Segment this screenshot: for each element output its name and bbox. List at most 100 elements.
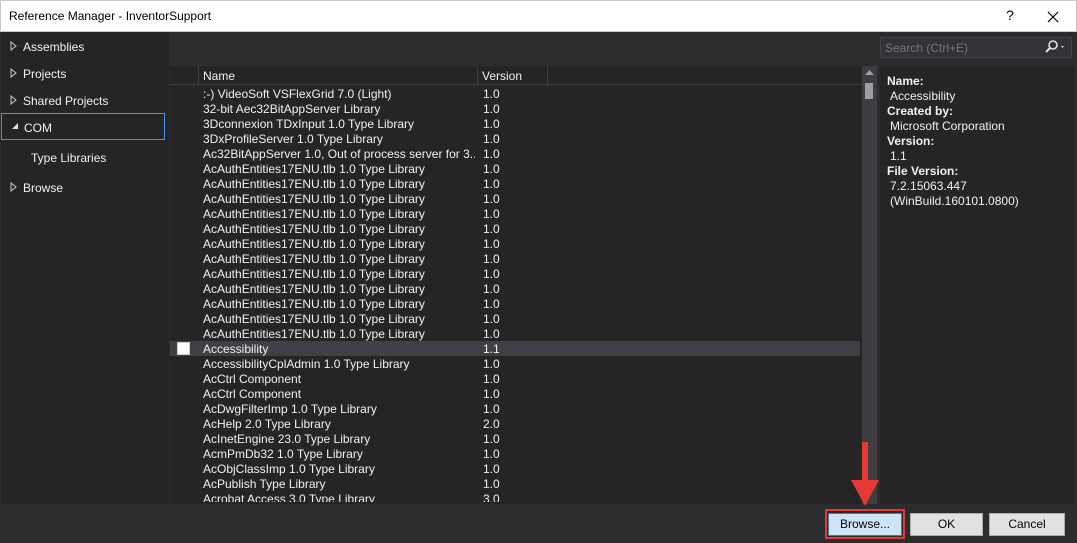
detail-file-version-label: File Version:: [887, 164, 959, 178]
detail-file-version-value: 7.2.15063.447: [890, 179, 967, 193]
detail-file-version-build: (WinBuild.160101.0800): [890, 194, 1019, 208]
column-header-name[interactable]: Name: [199, 66, 478, 85]
row-name: AcAuthEntities17ENU.tlb 1.0 Type Library: [203, 177, 425, 191]
table-row[interactable]: AcAuthEntities17ENU.tlb 1.0 Type Library…: [170, 251, 860, 266]
nav-item-projects[interactable]: Projects: [1, 60, 165, 87]
detail-version-label: Version:: [887, 134, 935, 148]
row-name: AcAuthEntities17ENU.tlb 1.0 Type Library: [203, 237, 425, 251]
row-version: 1.0: [483, 462, 500, 476]
column-header-version[interactable]: Version: [478, 66, 548, 85]
row-name: 3Dconnexion TDxInput 1.0 Type Library: [203, 117, 415, 131]
row-version: 1.0: [483, 387, 500, 401]
nav-item-browse[interactable]: Browse: [1, 174, 165, 201]
table-row[interactable]: 3DxProfileServer 1.0 Type Library 1.0: [170, 131, 860, 146]
row-name: AcObjClassImp 1.0 Type Library: [203, 462, 375, 476]
table-row[interactable]: AcAuthEntities17ENU.tlb 1.0 Type Library…: [170, 176, 860, 191]
row-version: 3.0: [483, 492, 500, 502]
table-row[interactable]: AcAuthEntities17ENU.tlb 1.0 Type Library…: [170, 161, 860, 176]
row-version: 1.0: [483, 177, 500, 191]
checkbox-column-header[interactable]: [170, 66, 199, 85]
row-name: Ac32BitAppServer 1.0, Out of process ser…: [203, 147, 475, 161]
table-row[interactable]: AccessibilityCplAdmin 1.0 Type Library 1.…: [170, 356, 860, 371]
table-row[interactable]: AcAuthEntities17ENU.tlb 1.0 Type Library…: [170, 236, 860, 251]
nav-item-label: Assemblies: [23, 40, 85, 54]
scroll-up-icon[interactable]: [865, 69, 874, 75]
nav-item-assemblies[interactable]: Assemblies: [1, 33, 165, 60]
window-title: Reference Manager - InventorSupport: [9, 9, 212, 23]
row-name: AcAuthEntities17ENU.tlb 1.0 Type Library: [203, 267, 425, 281]
close-button[interactable]: [1039, 4, 1067, 30]
table-row[interactable]: Acrobat Access 3.0 Type Library 3.0: [170, 491, 860, 502]
row-version: 1.0: [483, 252, 500, 266]
nav-item-label: Shared Projects: [23, 94, 109, 108]
expand-arrow-icon: [10, 95, 17, 105]
row-name: AcPublish Type Library: [203, 477, 326, 491]
expand-arrow-icon: [10, 41, 17, 51]
nav-item-label: Projects: [23, 67, 67, 81]
table-row[interactable]: Ac32BitAppServer 1.0, Out of process ser…: [170, 146, 860, 161]
table-row[interactable]: AcAuthEntities17ENU.tlb 1.0 Type Library…: [170, 281, 860, 296]
table-row[interactable]: AcAuthEntities17ENU.tlb 1.0 Type Library…: [170, 326, 860, 341]
expand-arrow-icon: [10, 182, 17, 192]
ok-button[interactable]: OK: [910, 513, 983, 536]
table-row[interactable]: AcAuthEntities17ENU.tlb 1.0 Type Library…: [170, 296, 860, 311]
row-version: 1.0: [483, 192, 500, 206]
table-row[interactable]: AcAuthEntities17ENU.tlb 1.0 Type Library…: [170, 311, 860, 326]
detail-name-value: Accessibility: [890, 89, 956, 103]
nav-item-label: COM: [24, 121, 52, 135]
table-row[interactable]: AcInetEngine 23.0 Type Library 1.0: [170, 431, 860, 446]
row-name: AcAuthEntities17ENU.tlb 1.0 Type Library: [203, 312, 425, 326]
table-row[interactable]: AcDwgFilterImp 1.0 Type Library 1.0: [170, 401, 860, 416]
expand-arrow-icon: [10, 68, 17, 78]
scrollbar-thumb[interactable]: [865, 83, 873, 99]
row-version: 1.0: [483, 237, 500, 251]
table-row[interactable]: AcCtrl Component 1.0: [170, 386, 860, 401]
detail-version-value: 1.1: [890, 149, 907, 163]
row-version: 1.0: [483, 267, 500, 281]
detail-created-label: Created by:: [887, 104, 954, 118]
row-name: AcAuthEntities17ENU.tlb 1.0 Type Library: [203, 252, 425, 266]
row-name: :-) VideoSoft VSFlexGrid 7.0 (Light): [203, 87, 392, 101]
browse-button[interactable]: Browse...: [828, 513, 902, 536]
row-name: AcInetEngine 23.0 Type Library: [203, 432, 371, 446]
table-row[interactable]: AcAuthEntities17ENU.tlb 1.0 Type Library…: [170, 206, 860, 221]
row-checkbox[interactable]: [177, 342, 190, 355]
row-name: AcAuthEntities17ENU.tlb 1.0 Type Library: [203, 327, 425, 341]
row-version: 1.1: [483, 342, 500, 356]
table-row[interactable]: AcAuthEntities17ENU.tlb 1.0 Type Library…: [170, 221, 860, 236]
row-name: AcAuthEntities17ENU.tlb 1.0 Type Library: [203, 207, 425, 221]
row-version: 1.0: [483, 357, 500, 371]
table-row[interactable]: 32-bit Aec32BitAppServer Library 1.0: [170, 101, 860, 116]
nav-item-shared-projects[interactable]: Shared Projects: [1, 87, 165, 114]
row-name: AcAuthEntities17ENU.tlb 1.0 Type Library: [203, 297, 425, 311]
table-row[interactable]: AcAuthEntities17ENU.tlb 1.0 Type Library…: [170, 191, 860, 206]
table-row[interactable]: 3Dconnexion TDxInput 1.0 Type Library 1.0: [170, 116, 860, 131]
vertical-scrollbar[interactable]: [862, 66, 877, 504]
table-row[interactable]: AcHelp 2.0 Type Library 2.0: [170, 416, 860, 431]
table-row[interactable]: AcAuthEntities17ENU.tlb 1.0 Type Library…: [170, 266, 860, 281]
row-name: 3DxProfileServer 1.0 Type Library: [203, 132, 383, 146]
row-name: Accessibility: [203, 342, 269, 356]
table-row[interactable]: AcmPmDb32 1.0 Type Library 1.0: [170, 446, 860, 461]
nav-item-com[interactable]: COM: [1, 113, 165, 140]
table-row[interactable]: :-) VideoSoft VSFlexGrid 7.0 (Light) 1.0: [170, 86, 860, 101]
search-input[interactable]: [885, 40, 1040, 55]
table-row[interactable]: AcObjClassImp 1.0 Type Library 1.0: [170, 461, 860, 476]
row-version: 1.0: [483, 477, 500, 491]
table-row[interactable]: AcCtrl Component 1.0: [170, 371, 860, 386]
help-button[interactable]: ?: [1001, 7, 1019, 23]
search-icon[interactable]: [1045, 40, 1067, 54]
search-box[interactable]: [880, 37, 1072, 58]
list-rows: :-) VideoSoft VSFlexGrid 7.0 (Light) 1.0 3…: [170, 86, 860, 502]
row-version: 1.0: [483, 117, 500, 131]
table-row[interactable]: AcPublish Type Library 1.0: [170, 476, 860, 491]
nav-item-type-libraries[interactable]: Type Libraries: [1, 144, 165, 171]
row-version: 1.0: [483, 102, 500, 116]
row-name: AcHelp 2.0 Type Library: [203, 417, 331, 431]
row-name: AcAuthEntities17ENU.tlb 1.0 Type Library: [203, 162, 425, 176]
details-pane: Name: Accessibility Created by: Microsof…: [880, 66, 1075, 504]
row-version: 1.0: [483, 147, 500, 161]
table-row[interactable]: Accessibility 1.1: [170, 341, 860, 356]
cancel-button[interactable]: Cancel: [989, 513, 1065, 536]
row-version: 1.0: [483, 297, 500, 311]
